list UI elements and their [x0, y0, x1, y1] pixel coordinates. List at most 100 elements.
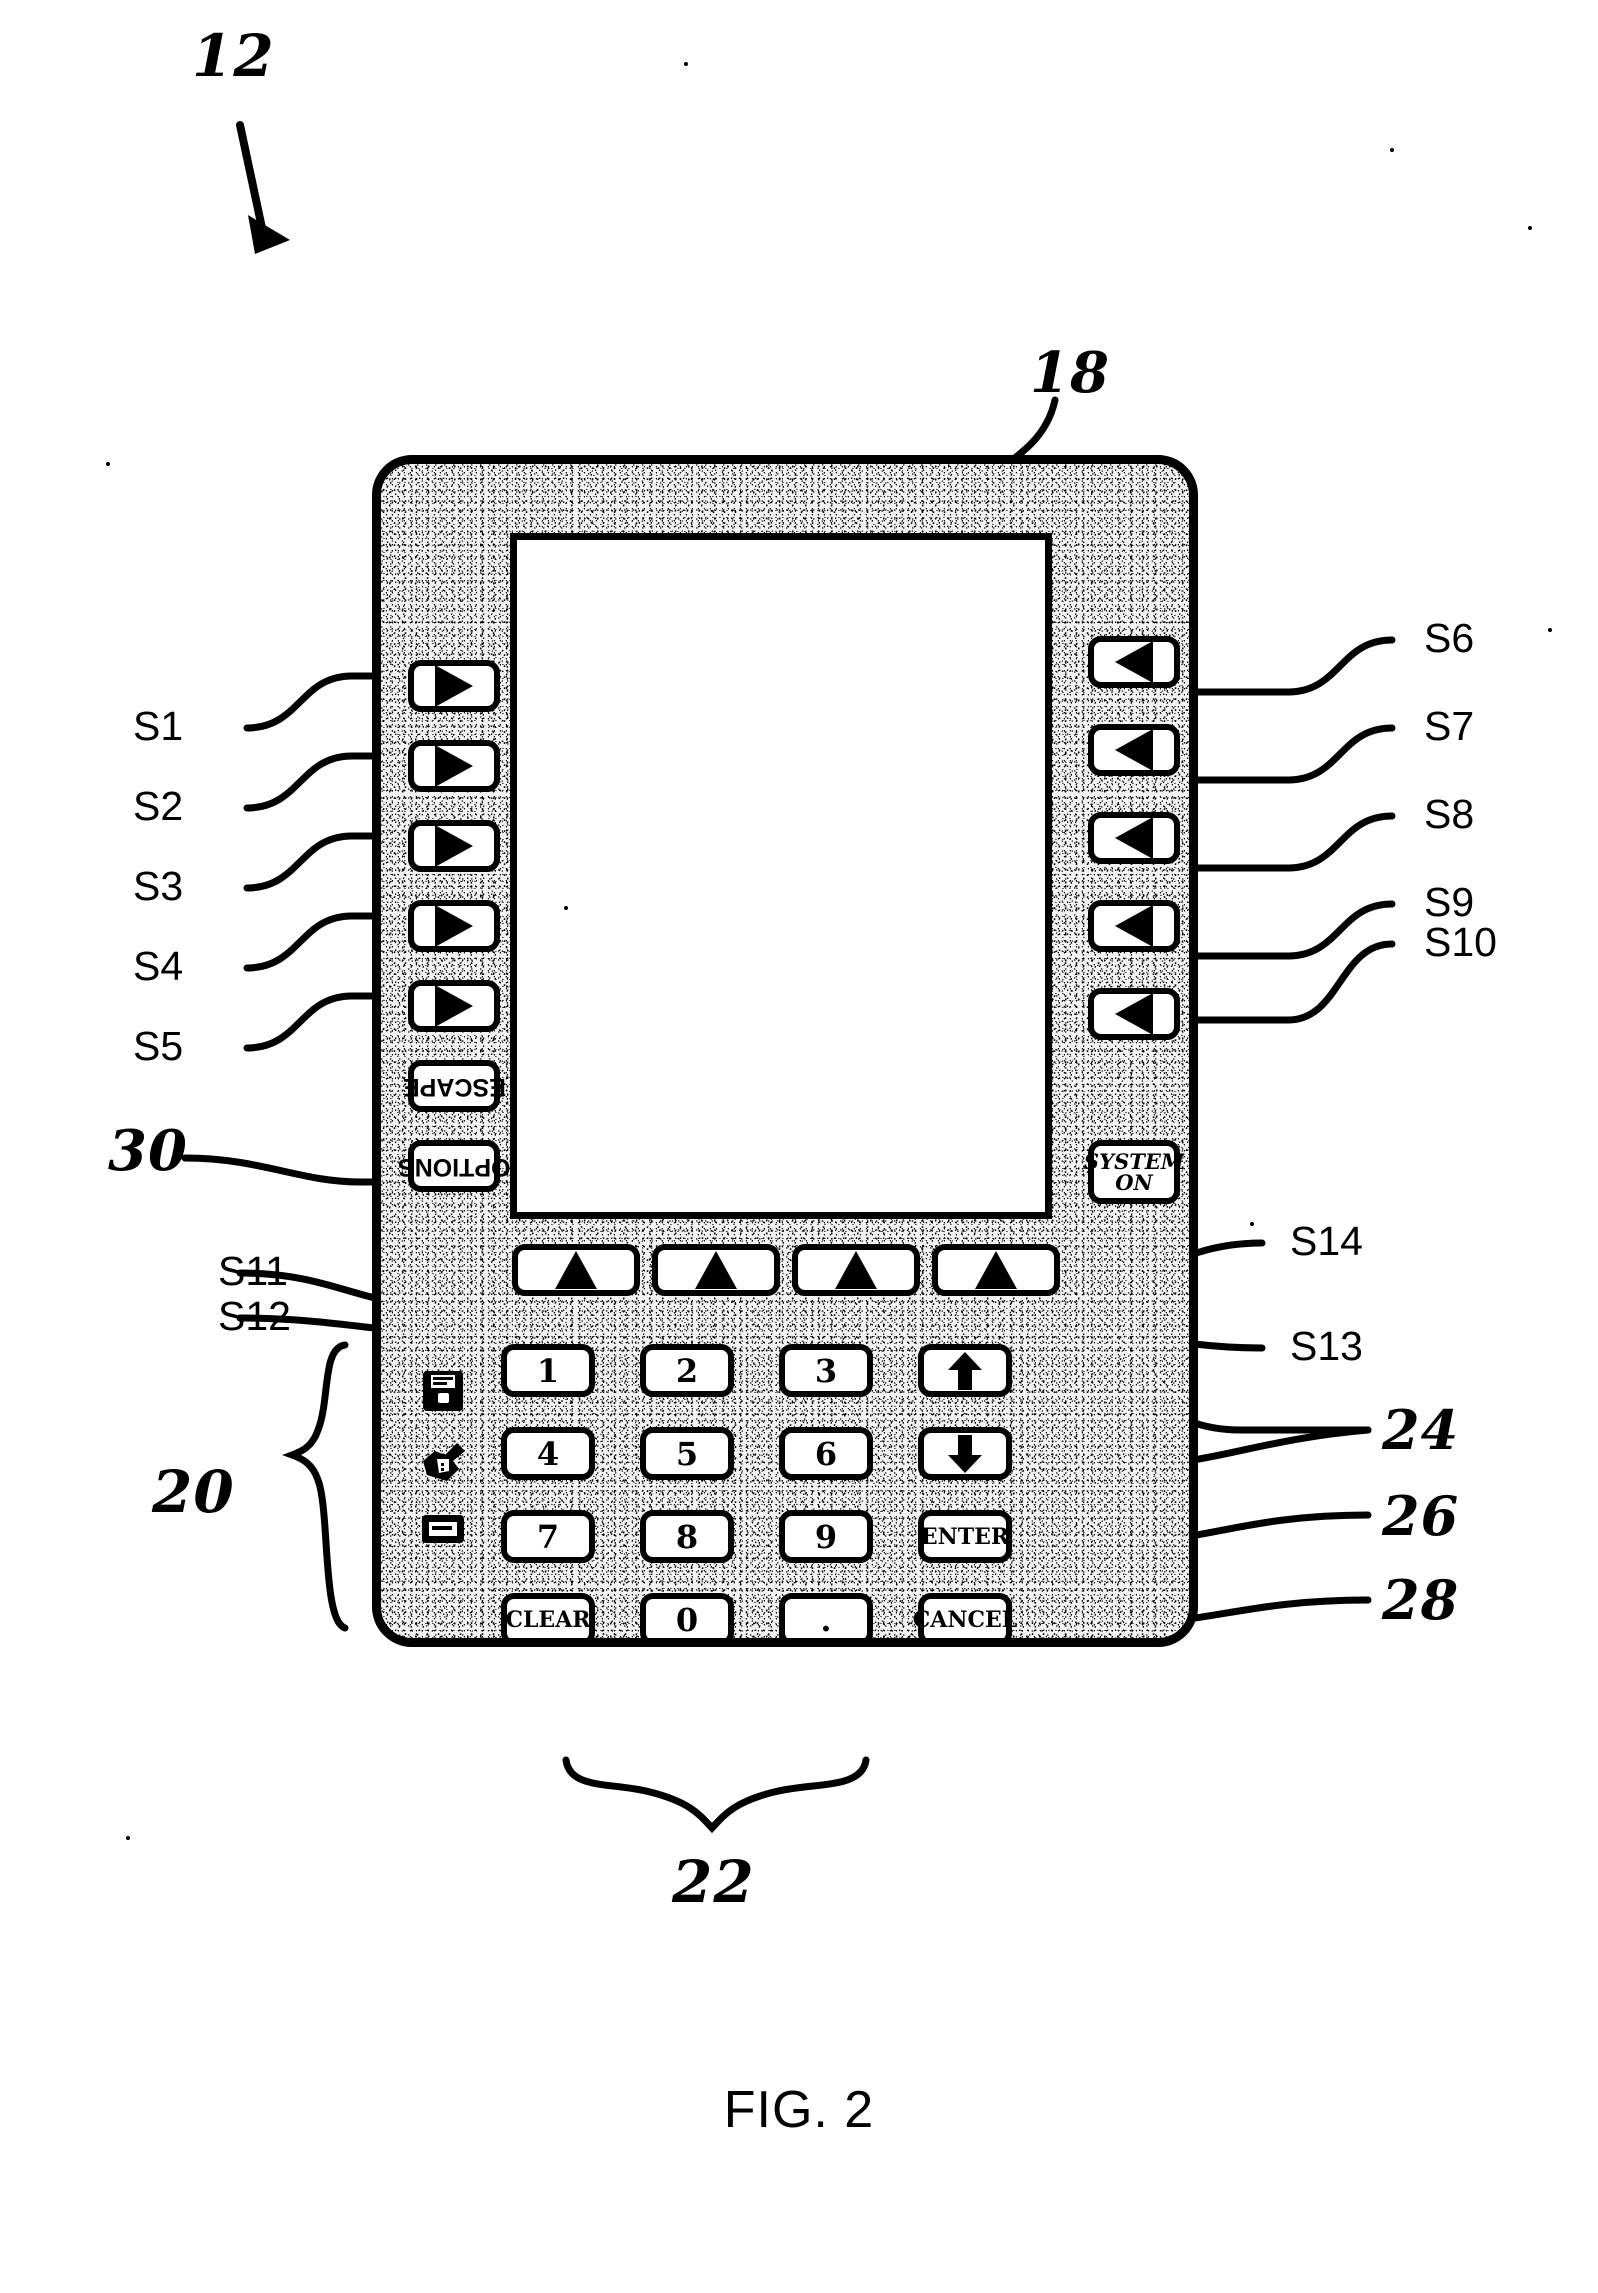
ref-20: 20 [152, 1458, 235, 1526]
softkey-S2[interactable] [408, 740, 500, 792]
scan-speck [564, 906, 568, 910]
enter-button[interactable]: ENTER [918, 1510, 1012, 1563]
label-S6: S6 [1424, 615, 1475, 661]
scan-speck [1250, 1222, 1254, 1226]
softkey-S1[interactable] [408, 660, 500, 712]
label-S13: S13 [1290, 1323, 1363, 1369]
softkey-S6[interactable] [1088, 636, 1180, 688]
triangle-right-icon [435, 905, 473, 947]
softkey-S12[interactable] [652, 1244, 780, 1296]
keypad-key-3-label: 3 [814, 1351, 838, 1390]
softkey-S10[interactable] [1088, 988, 1180, 1040]
triangle-left-icon [1115, 993, 1153, 1035]
softkey-S14[interactable] [932, 1244, 1060, 1296]
save-disk-icon-glyph [423, 1371, 463, 1411]
keypad-key-8-label: 8 [675, 1517, 699, 1556]
softkey-S9[interactable] [1088, 900, 1180, 952]
ref-24: 24 [1382, 1398, 1460, 1462]
arrow-up-icon [948, 1351, 982, 1390]
softkey-S8[interactable] [1088, 812, 1180, 864]
scan-speck [106, 462, 110, 466]
ref-28: 28 [1382, 1568, 1460, 1632]
scan-speck [1390, 148, 1394, 152]
ref-26: 26 [1382, 1484, 1460, 1548]
label-S3: S3 [133, 863, 184, 909]
softkey-S11[interactable] [512, 1244, 640, 1296]
triangle-right-icon [435, 825, 473, 867]
clear-button-label: CLEAR [505, 1606, 591, 1633]
triangle-up-icon [975, 1251, 1017, 1289]
scroll-down-button[interactable] [918, 1427, 1012, 1480]
triangle-right-icon [435, 745, 473, 787]
triangle-up-icon [695, 1251, 737, 1289]
keypad-key-4-label: 4 [536, 1434, 560, 1473]
label-S8: S8 [1424, 791, 1475, 837]
keypad-key-6[interactable]: 6 [779, 1427, 873, 1480]
keypad-key-5[interactable]: 5 [640, 1427, 734, 1480]
keypad-key-9[interactable]: 9 [779, 1510, 873, 1563]
label-S14: S14 [1290, 1218, 1363, 1264]
ref-12: 12 [192, 22, 275, 90]
escape-button-label: ESCAPE [402, 1072, 506, 1101]
scan-speck [1548, 628, 1552, 632]
softkey-S4[interactable] [408, 900, 500, 952]
keypad-key-0[interactable]: 0 [640, 1593, 734, 1639]
label-S7: S7 [1424, 703, 1475, 749]
display-rectangle-icon-glyph [422, 1515, 464, 1543]
enter-button-label: ENTER [920, 1523, 1010, 1550]
keypad-key-1[interactable]: 1 [501, 1344, 595, 1397]
wrench-tool-icon-glyph [423, 1443, 465, 1481]
clear-button[interactable]: CLEAR [501, 1593, 595, 1638]
ref-30: 30 [108, 1118, 188, 1184]
softkey-S13[interactable] [792, 1244, 920, 1296]
scroll-up-button[interactable] [918, 1344, 1012, 1397]
keypad-key-0-label: 0 [675, 1600, 699, 1639]
wrench-tool-icon[interactable] [417, 1439, 469, 1490]
triangle-left-icon [1115, 729, 1153, 771]
keypad-key-2[interactable]: 2 [640, 1344, 734, 1397]
system-on-line2: ON [1115, 1170, 1153, 1195]
ref-22: 22 [672, 1848, 755, 1916]
label-S1: S1 [133, 703, 184, 749]
display-rectangle-icon[interactable] [417, 1509, 469, 1554]
cancel-button[interactable]: CANCEL [913, 1593, 1017, 1638]
escape-button[interactable]: ESCAPE [403, 1060, 505, 1112]
system-on-line1: SYSTEM [1083, 1149, 1185, 1174]
save-disk-icon[interactable] [417, 1369, 469, 1420]
arrow-down-icon [948, 1434, 982, 1473]
keypad-key-4[interactable]: 4 [501, 1427, 595, 1480]
keypad-key-2-label: 2 [675, 1351, 699, 1390]
ref-18: 18 [1030, 340, 1110, 406]
keypad-key-9-label: 9 [814, 1517, 838, 1556]
softkey-S3[interactable] [408, 820, 500, 872]
ref-12-arrowhead [248, 215, 290, 254]
scan-speck [1528, 226, 1532, 230]
label-S11: S11 [218, 1248, 288, 1294]
softkey-S5[interactable] [408, 980, 500, 1032]
keypad-key-decimal[interactable]: . [779, 1593, 873, 1639]
display-screen [510, 533, 1052, 1219]
keypad-key-8[interactable]: 8 [640, 1510, 734, 1563]
triangle-left-icon [1115, 905, 1153, 947]
keypad-key-5-label: 5 [675, 1434, 699, 1473]
cancel-button-label: CANCEL [912, 1606, 1018, 1633]
triangle-up-icon [835, 1251, 877, 1289]
figure-caption: FIG. 2 [723, 2081, 875, 2139]
softkey-S7[interactable] [1088, 724, 1180, 776]
options-button[interactable]: OPTIONS [398, 1140, 510, 1192]
triangle-up-icon [555, 1251, 597, 1289]
scan-speck [684, 62, 688, 66]
label-S10: S10 [1424, 919, 1497, 965]
keypad-key-6-label: 6 [814, 1434, 838, 1473]
triangle-right-icon [435, 665, 473, 707]
label-S4: S4 [133, 943, 184, 989]
keypad-key-3[interactable]: 3 [779, 1344, 873, 1397]
triangle-right-icon [435, 985, 473, 1027]
keypad-key-7[interactable]: 7 [501, 1510, 595, 1563]
keypad-key-decimal-label: . [820, 1600, 832, 1639]
system-on-button[interactable]: SYSTEM ON [1084, 1140, 1184, 1204]
options-button-label: OPTIONS [397, 1152, 511, 1181]
keypad-key-1-label: 1 [536, 1351, 560, 1390]
keypad-key-7-label: 7 [536, 1517, 560, 1556]
triangle-left-icon [1115, 817, 1153, 859]
